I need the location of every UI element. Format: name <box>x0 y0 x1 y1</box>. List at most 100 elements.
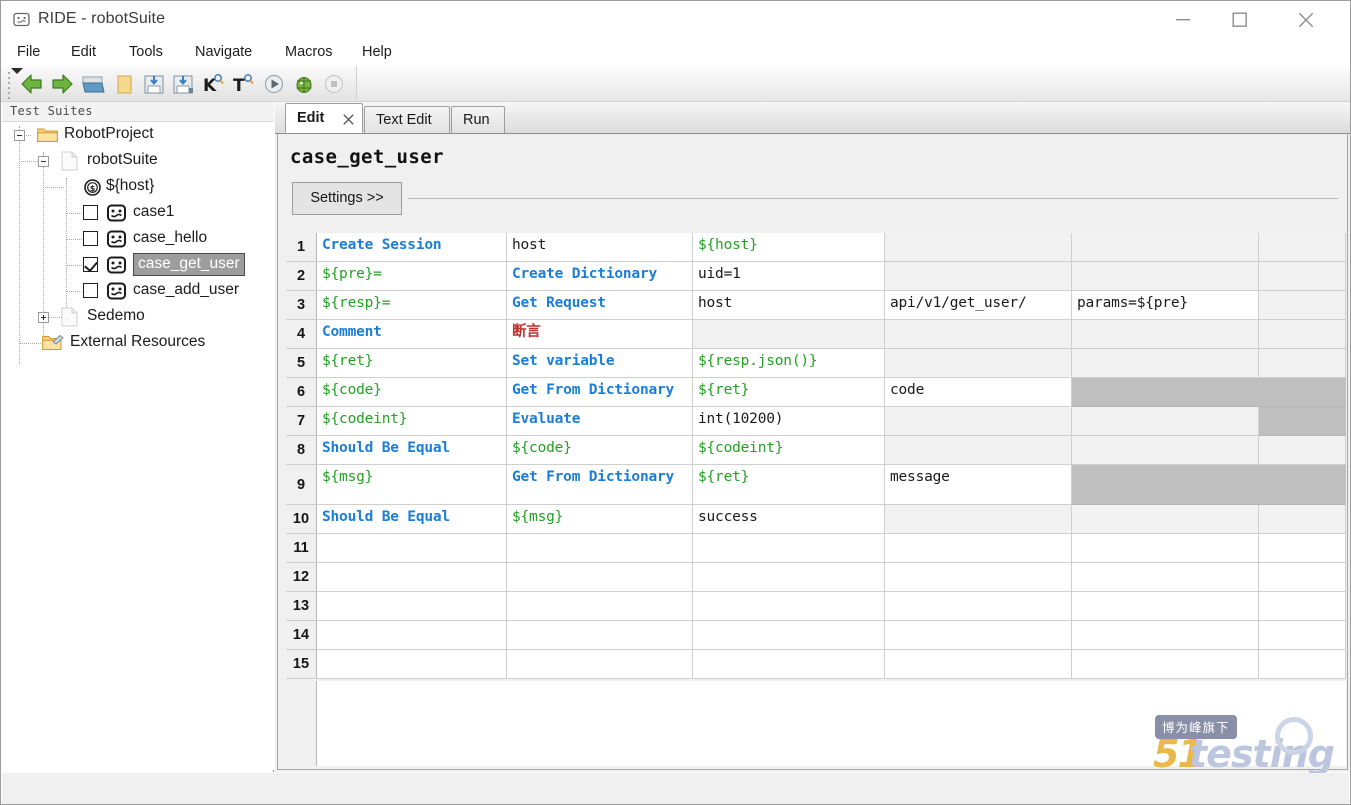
test-suites-tree[interactable]: RobotProject robotSuite $ ${host} case1 … <box>2 122 274 770</box>
grid-cell[interactable]: Comment <box>317 320 507 349</box>
forward-icon[interactable] <box>49 71 75 97</box>
grid-cell[interactable] <box>1259 320 1346 349</box>
table-row[interactable]: 12 <box>286 563 1346 592</box>
table-row[interactable]: 5 ${ret} Set variable ${resp.json()} <box>286 349 1346 378</box>
grid-cell[interactable]: ${ret} <box>317 349 507 378</box>
grid-cell[interactable] <box>885 592 1072 621</box>
grid-cell[interactable] <box>693 320 885 349</box>
collapse-icon[interactable] <box>38 156 49 167</box>
grid-cell[interactable]: ${ret} <box>693 465 885 505</box>
grid-cell[interactable]: ${ret} <box>693 378 885 407</box>
grid-cell[interactable]: Should Be Equal <box>317 436 507 465</box>
table-row[interactable]: 15 <box>286 650 1346 679</box>
grid-cell[interactable]: Get From Dictionary <box>507 465 693 505</box>
grid-cell[interactable]: Get Request <box>507 291 693 320</box>
grid-cell[interactable] <box>1072 534 1259 563</box>
grid-cell[interactable] <box>1259 563 1346 592</box>
grid-cell[interactable]: code <box>885 378 1072 407</box>
grid-cell[interactable] <box>507 592 693 621</box>
grid-cell[interactable] <box>1072 563 1259 592</box>
grid-cell[interactable]: Should Be Equal <box>317 505 507 534</box>
tab-close-icon[interactable] <box>343 112 354 125</box>
grid-cell[interactable] <box>1259 436 1346 465</box>
table-row[interactable]: 6 ${code} Get From Dictionary ${ret} code <box>286 378 1346 407</box>
grid-cell[interactable]: ${codeint} <box>693 436 885 465</box>
stop-icon[interactable] <box>321 71 347 97</box>
grid-cell[interactable] <box>885 563 1072 592</box>
grid-cell[interactable] <box>1072 349 1259 378</box>
grid-cell[interactable] <box>885 650 1072 679</box>
table-row[interactable]: 13 <box>286 592 1346 621</box>
grid-cell[interactable]: host <box>507 233 693 262</box>
grid-cell[interactable] <box>1072 407 1259 436</box>
grid-cell[interactable] <box>1072 436 1259 465</box>
grid-cell[interactable]: params=${pre} <box>1072 291 1259 320</box>
grid-cell[interactable]: Create Session <box>317 233 507 262</box>
grid-cell[interactable] <box>1072 505 1259 534</box>
back-icon[interactable] <box>19 71 45 97</box>
table-row[interactable]: 3 ${resp}= Get Request host api/v1/get_user/… <box>286 291 1346 320</box>
grid-cell[interactable] <box>885 233 1072 262</box>
grid-cell[interactable]: message <box>885 465 1072 505</box>
table-row[interactable]: 8 Should Be Equal ${code} ${codeint} <box>286 436 1346 465</box>
grid-cell[interactable]: Set variable <box>507 349 693 378</box>
grid-cell[interactable] <box>1259 291 1346 320</box>
tab-run[interactable]: Run <box>451 106 505 133</box>
grid-cell[interactable] <box>1259 349 1346 378</box>
minimize-button[interactable] <box>1159 1 1207 39</box>
search-testcase-icon[interactable]: T <box>230 71 256 97</box>
grid-cell[interactable] <box>1072 650 1259 679</box>
case-hello-checkbox[interactable] <box>83 231 98 246</box>
grid-cell[interactable] <box>885 262 1072 291</box>
grid-cell[interactable] <box>507 621 693 650</box>
close-button[interactable] <box>1282 1 1330 39</box>
grid-cell[interactable]: host <box>693 291 885 320</box>
save-all-icon[interactable] <box>171 71 197 97</box>
case-add-user-checkbox[interactable] <box>83 283 98 298</box>
grid-cell[interactable]: ${msg} <box>507 505 693 534</box>
table-row[interactable]: 1 Create Session host ${host} <box>286 233 1346 262</box>
save-icon[interactable] <box>141 71 167 97</box>
menu-edit[interactable]: Edit <box>65 42 102 63</box>
grid-cell[interactable] <box>1259 505 1346 534</box>
grid-cell[interactable] <box>1259 233 1346 262</box>
grid-cell[interactable] <box>885 621 1072 650</box>
grid-cell[interactable]: ${code} <box>507 436 693 465</box>
new-file-icon[interactable] <box>111 71 137 97</box>
grid-cell[interactable]: ${resp.json()} <box>693 349 885 378</box>
grid-cell[interactable]: ${msg} <box>317 465 507 505</box>
table-row[interactable]: 9 ${msg} Get From Dictionary ${ret} message <box>286 465 1346 505</box>
menu-help[interactable]: Help <box>356 42 398 63</box>
grid-cell[interactable] <box>885 505 1072 534</box>
grid-cell[interactable] <box>885 436 1072 465</box>
grid-cell[interactable]: ${code} <box>317 378 507 407</box>
grid-cell[interactable] <box>317 563 507 592</box>
grid-cell[interactable]: success <box>693 505 885 534</box>
grid-cell[interactable] <box>693 563 885 592</box>
grid-cell[interactable]: Evaluate <box>507 407 693 436</box>
grid-cell[interactable] <box>317 534 507 563</box>
grid-cell[interactable] <box>1072 233 1259 262</box>
grid-cell[interactable]: ${codeint} <box>317 407 507 436</box>
grid-cell[interactable] <box>1259 262 1346 291</box>
maximize-button[interactable] <box>1216 1 1264 39</box>
table-row[interactable]: 14 <box>286 621 1346 650</box>
menu-navigate[interactable]: Navigate <box>189 42 258 63</box>
grid-cell[interactable] <box>317 592 507 621</box>
grid-cell[interactable] <box>317 650 507 679</box>
tab-edit[interactable]: Edit <box>285 103 363 133</box>
grid-cell[interactable] <box>693 621 885 650</box>
expand-icon[interactable] <box>38 312 49 323</box>
grid-cell[interactable] <box>1259 534 1346 563</box>
table-row[interactable]: 4 Comment 断言 <box>286 320 1346 349</box>
case1-checkbox[interactable] <box>83 205 98 220</box>
grid-cell[interactable]: Get From Dictionary <box>507 378 693 407</box>
case-get-user-checkbox[interactable] <box>83 257 98 272</box>
grid-cell[interactable]: uid=1 <box>693 262 885 291</box>
grid-cell[interactable] <box>1259 621 1346 650</box>
grid-cell[interactable] <box>1259 650 1346 679</box>
menu-file[interactable]: File <box>11 42 46 63</box>
grid-cell[interactable]: Create Dictionary <box>507 262 693 291</box>
grid-cell[interactable] <box>693 534 885 563</box>
tab-text-edit[interactable]: Text Edit <box>364 106 450 133</box>
